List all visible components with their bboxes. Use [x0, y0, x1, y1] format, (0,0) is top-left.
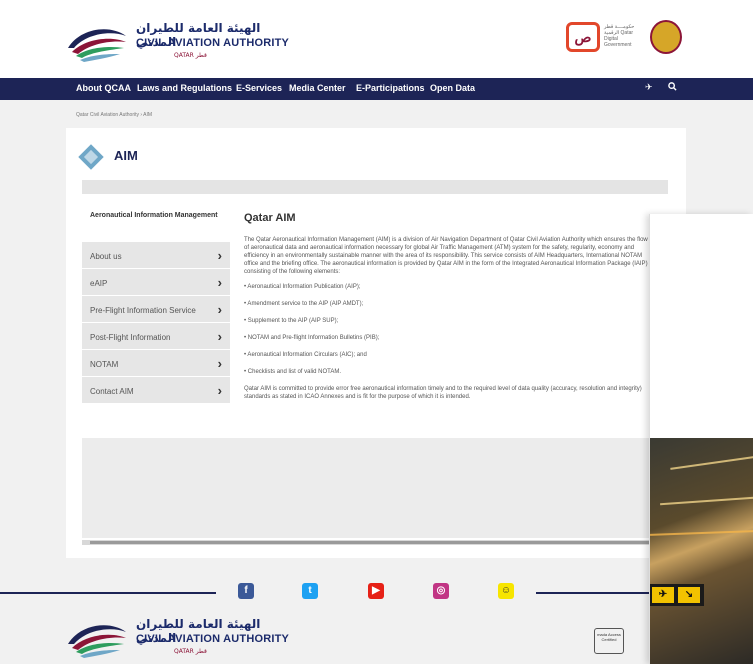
- sidebar-item-contact-aim[interactable]: Contact AIM ›: [82, 377, 230, 404]
- search-icon[interactable]: [668, 82, 677, 93]
- sidebar-item-pre-flight[interactable]: Pre-Flight Information Service ›: [82, 296, 230, 323]
- caa-swoosh-icon: [68, 625, 126, 658]
- qatar-digital-government-logo[interactable]: ص حكومــــة قطر الرقمية Qatar Digital Go…: [566, 20, 646, 56]
- logo-qatar-text: QATAR قطر: [174, 648, 207, 655]
- caa-swoosh-icon: [68, 29, 126, 62]
- youtube-icon[interactable]: ▶: [368, 583, 384, 599]
- content-title: Qatar AIM: [244, 212, 296, 224]
- digital-gov-badge-icon: ص: [566, 22, 600, 52]
- main-panel: AIM Aeronautical Information Management …: [66, 128, 686, 558]
- side-overlay-panel[interactable]: ✈ ↘: [649, 214, 753, 664]
- scroll-thumb[interactable]: [90, 541, 650, 544]
- list-item: • Amendment service to the AIP (AIP AMDT…: [244, 301, 364, 307]
- list-item: • Supplement to the AIP (AIP SUP);: [244, 318, 339, 324]
- page-title: AIM: [114, 148, 138, 163]
- sidebar-item-label: Pre-Flight Information Service: [90, 306, 196, 315]
- content-intro: The Qatar Aeronautical Information Manag…: [244, 237, 648, 275]
- element-list: • Aeronautical Information Publication (…: [244, 283, 652, 376]
- list-item: • Aeronautical Information Circulars (AI…: [244, 352, 367, 358]
- sidebar-menu: About us › eAIP › Pre-Flight Information S…: [82, 242, 230, 404]
- chevron-right-icon: ›: [217, 275, 222, 290]
- sidebar-item-eaip[interactable]: eAIP ›: [82, 269, 230, 296]
- departures-plane-icon: ✈: [652, 587, 674, 603]
- sidebar-item-label: NOTAM: [90, 360, 119, 369]
- plane-icon[interactable]: ✈: [645, 82, 653, 93]
- sidebar-item-notam[interactable]: NOTAM ›: [82, 350, 230, 377]
- access-certified-badge[interactable]: mada Access Certified: [594, 628, 624, 654]
- airport-photo: ✈ ↘: [650, 438, 753, 664]
- logo-english-text: CIVIL AVIATION AUTHORITY: [136, 633, 290, 645]
- logo-english-text: CIVIL AVIATION AUTHORITY: [136, 37, 290, 49]
- aim-diamond-icon: [78, 144, 104, 170]
- nav-item-open-data[interactable]: Open Data: [430, 83, 475, 93]
- list-item: • Checklists and list of valid NOTAM.: [244, 369, 342, 375]
- qatar-emblem-icon[interactable]: [650, 20, 682, 54]
- airport-sign: ✈ ↘: [650, 584, 704, 606]
- sidebar-heading: Aeronautical Information Management: [90, 212, 218, 219]
- footer-divider-left: [0, 592, 216, 594]
- sidebar-item-about-us[interactable]: About us ›: [82, 242, 230, 269]
- nav-item-e-services[interactable]: E-Services: [236, 83, 282, 93]
- list-item: • Aeronautical Information Publication (…: [244, 284, 361, 290]
- nav-item-media-center[interactable]: Media Center: [289, 83, 346, 93]
- snapchat-icon[interactable]: ☺: [498, 583, 514, 599]
- nav-item-e-participations[interactable]: E-Participations: [356, 83, 425, 93]
- facebook-icon[interactable]: f: [238, 583, 254, 599]
- digital-gov-text: حكومــــة قطر الرقمية Qatar Digital Gove…: [604, 24, 635, 48]
- chevron-right-icon: ›: [217, 356, 222, 371]
- logo-qatar-text: QATAR قطر: [174, 52, 207, 59]
- sidebar-item-post-flight[interactable]: Post-Flight Information ›: [82, 323, 230, 350]
- site-header: الهيئة العامة للطيران المدني CIVIL AVIAT…: [0, 0, 753, 78]
- instagram-icon[interactable]: ◎: [433, 583, 449, 599]
- nav-item-laws-and-regulations[interactable]: Laws and Regulations: [137, 83, 232, 93]
- chevron-right-icon: ›: [217, 248, 222, 263]
- arrow-down-right-icon: ↘: [678, 587, 700, 603]
- content-closing: Qatar AIM is committed to provide error …: [244, 386, 642, 400]
- breadcrumb[interactable]: Qatar Civil Aviation Authority › AIM: [76, 112, 152, 118]
- title-divider-band: [82, 180, 668, 194]
- chevron-right-icon: ›: [217, 383, 222, 398]
- lower-grey-area: [82, 438, 668, 538]
- sidebar-item-label: Post-Flight Information: [90, 333, 171, 342]
- sidebar-item-label: About us: [90, 252, 122, 261]
- chevron-right-icon: ›: [217, 302, 222, 317]
- footer-caa-logo[interactable]: الهيئة العامة للطيران المدني CIVIL AVIAT…: [66, 614, 296, 660]
- caa-logo[interactable]: الهيئة العامة للطيران المدني CIVIL AVIAT…: [66, 18, 296, 64]
- main-nav: About QCAA Laws and Regulations E-Servic…: [0, 78, 753, 100]
- horizontal-scrollbar[interactable]: [82, 540, 668, 545]
- chevron-right-icon: ›: [217, 329, 222, 344]
- sidebar-item-label: Contact AIM: [90, 387, 134, 396]
- nav-item-about-qcaa[interactable]: About QCAA: [76, 83, 131, 93]
- list-item: • NOTAM and Pre-flight Information Bulle…: [244, 335, 380, 341]
- sidebar-item-label: eAIP: [90, 279, 108, 288]
- twitter-icon[interactable]: t: [302, 583, 318, 599]
- content-body: The Qatar Aeronautical Information Manag…: [244, 236, 652, 408]
